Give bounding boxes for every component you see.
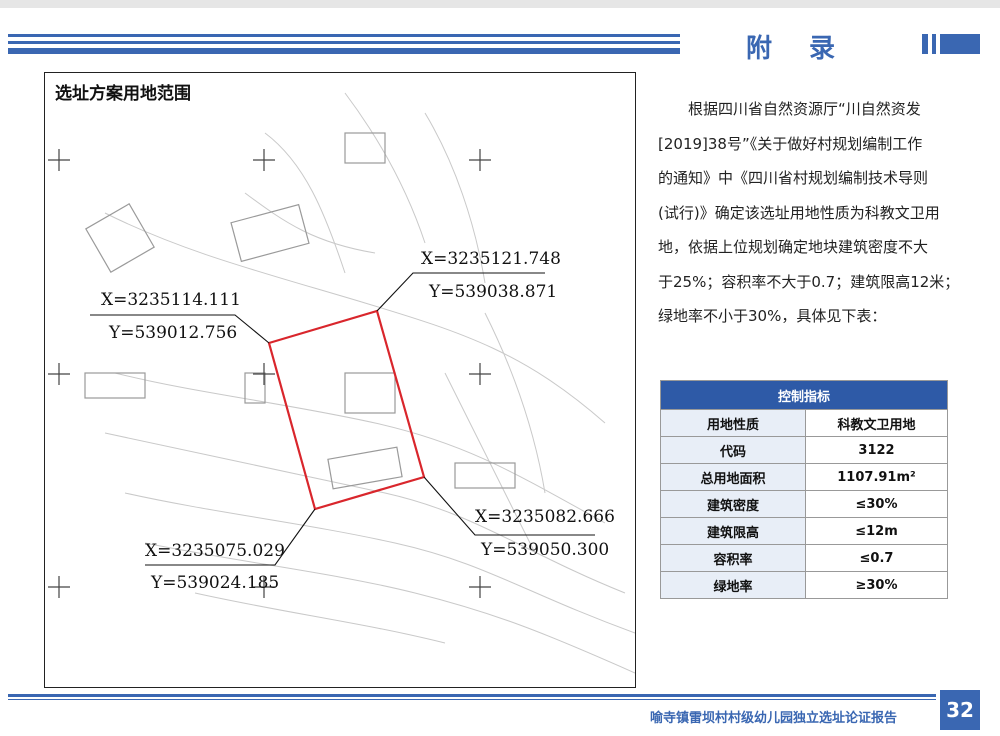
table-row: 建筑密度 ≤30%: [660, 490, 948, 518]
footer-rule-thin: [8, 699, 936, 700]
paragraph-line: (试行)》确定该选址用地性质为科教文卫用: [658, 203, 940, 222]
paragraph-line: 根据四川省自然资源厅“川自然资发: [688, 100, 921, 118]
site-boundary: [267, 309, 426, 511]
paragraph-line: 地，依据上位规划确定地块建筑密度不大: [658, 238, 929, 256]
site-map-drawing: X=3235114.111 Y=539012.756 X=3235121.748…: [48, 92, 635, 674]
paragraph-line: 绿地率不小于30%，具体见下表：: [658, 307, 887, 325]
paragraph-line: [2019]38号”《关于做好村规划编制工作: [658, 134, 923, 153]
description-paragraph: 根据四川省自然资源厅“川自然资发 [2019]38号”《关于做好村规划编制工作 …: [658, 92, 968, 334]
control-indicators-table: 控制指标 用地性质 科教文卫用地 代码 3122 总用地面积 1107.91m² 建筑…: [660, 380, 948, 599]
table-row: 绿地率 ≥30%: [660, 571, 948, 599]
footer-report-title: 喻寺镇雷坝村村级幼儿园独立选址论证报告: [650, 711, 898, 726]
coord-sw-x: X=3235075.029: [145, 541, 285, 561]
map-title: 选址方案用地范围: [55, 84, 191, 104]
page-number: 32: [940, 690, 980, 730]
table-header: 控制指标: [660, 380, 948, 410]
coord-se-x: X=3235082.666: [475, 507, 615, 527]
coord-se-y: Y=539050.300: [480, 540, 609, 560]
top-strip: [0, 0, 1000, 8]
coord-nw-x: X=3235114.111: [101, 290, 241, 310]
coord-ne-y: Y=539038.871: [428, 282, 557, 302]
paragraph-line: 于25%；容积率不大于0.7；建筑限高12米；: [658, 272, 960, 291]
coord-ne-x: X=3235121.748: [421, 249, 561, 269]
table-row: 总用地面积 1107.91m²: [660, 463, 948, 491]
header-bars: [8, 34, 680, 58]
footer-rule: [8, 694, 936, 697]
table-row: 建筑限高 ≤12m: [660, 517, 948, 545]
coord-nw-y: Y=539012.756: [108, 323, 237, 343]
site-map: X=3235114.111 Y=539012.756 X=3235121.748…: [44, 72, 636, 688]
table-row: 代码 3122: [660, 436, 948, 464]
page-title: 附 录: [746, 34, 850, 64]
table-row: 用地性质 科教文卫用地: [660, 409, 948, 437]
table-row: 容积率 ≤0.7: [660, 544, 948, 572]
coord-sw-y: Y=539024.185: [150, 573, 279, 593]
paragraph-line: 的通知》中《四川省村规划编制技术导则: [658, 169, 929, 187]
